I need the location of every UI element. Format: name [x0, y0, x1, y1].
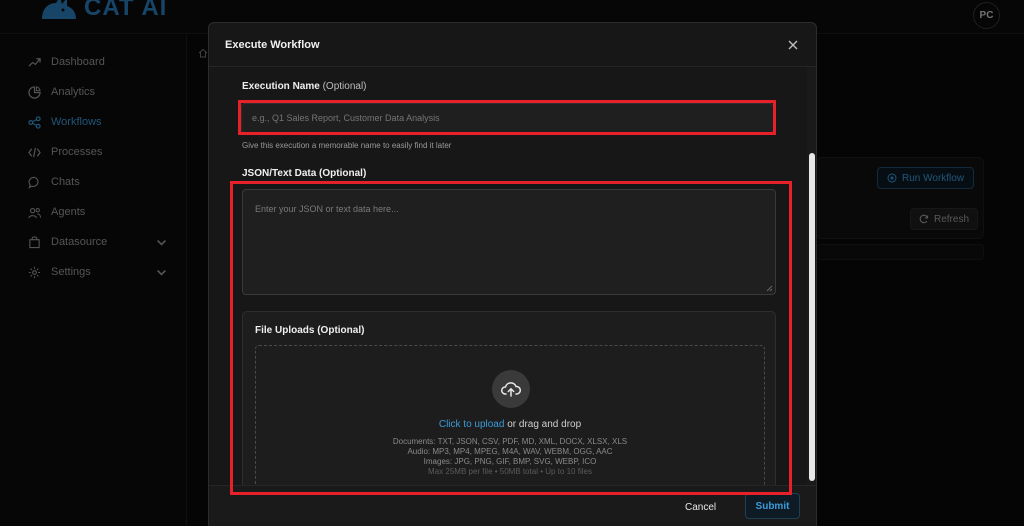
modal-scrollbar[interactable] [807, 67, 816, 485]
execution-name-hint: Give this execution a memorable name to … [242, 141, 452, 150]
file-uploads-label: File Uploads (Optional) [255, 325, 365, 336]
optional-tag: (Optional) [322, 81, 367, 92]
drag-drop-text: or drag and drop [504, 419, 582, 430]
cloud-upload-icon [501, 382, 521, 397]
json-data-textarea[interactable]: Enter your JSON or text data here... [242, 189, 776, 295]
upload-instruction: Click to upload or drag and drop [256, 419, 764, 430]
modal-header: Execute Workflow [209, 23, 816, 67]
audio-formats: Audio: MP3, MP4, MPEG, M4A, WAV, WEBM, O… [407, 447, 613, 456]
json-data-placeholder: Enter your JSON or text data here... [255, 204, 399, 214]
resize-grip-icon[interactable] [766, 285, 773, 292]
execution-name-label: Execution Name (Optional) [242, 81, 367, 92]
submit-button[interactable]: Submit [745, 493, 800, 519]
execute-workflow-modal: Execute Workflow Execution Name (Optiona… [208, 22, 817, 526]
scroll-thumb[interactable] [809, 153, 815, 481]
document-formats: Documents: TXT, JSON, CSV, PDF, MD, XML,… [392, 437, 628, 446]
modal-title: Execute Workflow [225, 39, 320, 51]
json-data-label: JSON/Text Data (Optional) [242, 168, 367, 179]
file-dropzone[interactable]: Click to upload or drag and drop Documen… [255, 345, 765, 505]
cancel-button[interactable]: Cancel [685, 502, 716, 513]
upload-limits: Max 25MB per file • 50MB total • Up to 1… [428, 467, 592, 476]
upload-icon-wrap [492, 370, 530, 408]
execution-name-label-text: Execution Name [242, 81, 320, 92]
image-formats: Images: JPG, PNG, GIF, BMP, SVG, WEBP, I… [423, 457, 597, 466]
modal-footer: Cancel Submit [209, 485, 816, 526]
close-icon[interactable] [786, 38, 800, 52]
click-to-upload-link[interactable]: Click to upload [439, 419, 505, 430]
execution-name-input[interactable] [241, 103, 774, 133]
file-uploads-card: File Uploads (Optional) Click to upload … [242, 311, 776, 511]
